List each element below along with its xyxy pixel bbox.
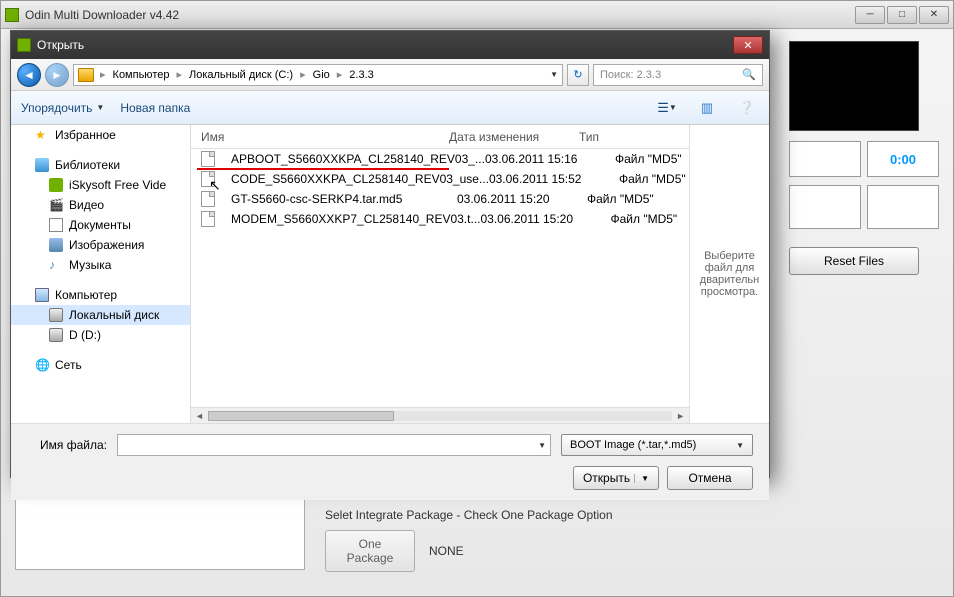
cancel-button[interactable]: Отмена [667,466,753,490]
sidebar-libraries[interactable]: Библиотеки [11,155,190,175]
computer-icon [35,288,49,302]
search-placeholder: Поиск: 2.3.3 [600,69,742,81]
dialog-close-button[interactable]: ✕ [733,36,763,54]
status-cell-2 [789,185,861,229]
sidebar-lib-item[interactable]: ♪Музыка [11,255,190,275]
sidebar-lib-item[interactable]: Изображения [11,235,190,255]
sidebar-lib-item[interactable]: 🎬Видео [11,195,190,215]
sidebar-network[interactable]: 🌐Сеть [11,355,190,375]
dialog-sidebar: ★Избранное Библиотеки iSkysoft Free Vide… [11,125,191,423]
status-cell-empty [789,141,861,177]
view-mode-button[interactable]: ☰ ▼ [655,97,679,119]
new-folder-button[interactable]: Новая папка [120,101,190,115]
maximize-button[interactable]: □ [887,6,917,24]
minimize-button[interactable]: ─ [855,6,885,24]
breadcrumb-dropdown-icon[interactable]: ▼ [550,70,558,79]
dialog-app-icon [17,38,31,52]
open-button[interactable]: Открыть ▼ [573,466,659,490]
file-table: Имя Дата изменения Тип APBOOT_S5660XXKPA… [191,125,689,423]
video-icon: 🎬 [49,198,63,212]
status-cell-3 [867,185,939,229]
reset-files-button[interactable]: Reset Files [789,247,919,275]
breadcrumb-item[interactable]: Компьютер [110,68,173,82]
dialog-nav-bar: ◄ ► ▸ Компьютер▸ Локальный диск (C:)▸ Gi… [11,59,769,91]
dialog-toolbar: Упорядочить ▼ Новая папка ☰ ▼ ▥ ❔ [11,91,769,125]
odin-right-panel: 0:00 Reset Files [789,41,939,275]
col-date[interactable]: Дата изменения [449,130,579,144]
nav-back-button[interactable]: ◄ [17,63,41,87]
dialog-footer: Имя файла: ▼ BOOT Image (*.tar,*.md5)▼ О… [11,423,769,500]
file-list-area: Имя Дата изменения Тип APBOOT_S5660XXKPA… [191,125,769,423]
library-icon [35,158,49,172]
folder-icon [78,68,94,82]
breadcrumb-item[interactable]: Gio [310,68,333,82]
sidebar-lib-item[interactable]: Документы [11,215,190,235]
image-icon [49,238,63,252]
file-type-filter[interactable]: BOOT Image (*.tar,*.md5)▼ [561,434,753,456]
disk-icon [49,308,63,322]
breadcrumb[interactable]: ▸ Компьютер▸ Локальный диск (C:)▸ Gio▸ 2… [73,64,563,86]
sidebar-drive-item[interactable]: D (D:) [11,325,190,345]
nav-forward-button[interactable]: ► [45,63,69,87]
file-icon [201,211,215,227]
close-button[interactable]: ✕ [919,6,949,24]
preview-pane: Выберите файл для дварительн просмотра. [689,125,769,423]
music-icon: ♪ [49,258,63,272]
file-row[interactable]: GT-S5660-csc-SERKP4.tar.md5 03.06.2011 1… [191,189,689,209]
file-row[interactable]: APBOOT_S5660XXKPA_CL258140_REV03_... 03.… [191,149,689,169]
sidebar-lib-item[interactable]: iSkysoft Free Vide [11,175,190,195]
col-type[interactable]: Тип [579,130,689,144]
one-package-value: NONE [429,544,464,558]
star-icon: ★ [35,128,49,142]
refresh-button[interactable]: ↻ [567,64,589,86]
file-row[interactable]: CODE_S5660XXKPA_CL258140_REV03_use... 03… [191,169,689,189]
dialog-body: ★Избранное Библиотеки iSkysoft Free Vide… [11,125,769,423]
filename-input[interactable]: ▼ [117,434,551,456]
search-input[interactable]: Поиск: 2.3.3 🔍 [593,64,763,86]
file-icon [201,151,215,167]
integrate-label: Selet Integrate Package - Check One Pack… [325,508,939,522]
breadcrumb-item[interactable]: Локальный диск (C:) [186,68,296,82]
file-open-dialog: Открыть ✕ ◄ ► ▸ Компьютер▸ Локальный дис… [10,30,770,478]
col-name[interactable]: Имя [191,130,449,144]
organize-menu[interactable]: Упорядочить ▼ [21,101,104,115]
file-icon [201,191,215,207]
sidebar-drive-item[interactable]: Локальный диск [11,305,190,325]
app-icon [49,178,63,192]
odin-title: Odin Multi Downloader v4.42 [25,8,179,22]
preview-pane-button[interactable]: ▥ [695,97,719,119]
network-icon: 🌐 [35,358,49,372]
breadcrumb-item[interactable]: 2.3.3 [346,68,376,82]
dialog-title: Открыть [37,38,84,52]
document-icon [49,218,63,232]
sidebar-computer[interactable]: Компьютер [11,285,190,305]
disk-icon [49,328,63,342]
search-icon: 🔍 [742,68,756,81]
file-icon [201,171,215,187]
file-table-header: Имя Дата изменения Тип [191,125,689,149]
odin-titlebar: Odin Multi Downloader v4.42 ─ □ ✕ [1,1,953,29]
file-row[interactable]: MODEM_S5660XXKP7_CL258140_REV03.t... 03.… [191,209,689,229]
horizontal-scrollbar[interactable]: ◄► [191,407,689,423]
status-cell-time: 0:00 [867,141,939,177]
sidebar-favorites[interactable]: ★Избранное [11,125,190,145]
annotation-underline [197,168,449,170]
filename-label: Имя файла: [27,438,107,452]
one-package-button[interactable]: One Package [325,530,415,572]
odin-app-icon [5,8,19,22]
dialog-titlebar: Открыть ✕ [11,31,769,59]
help-button[interactable]: ❔ [735,97,759,119]
odin-log-box [789,41,919,131]
